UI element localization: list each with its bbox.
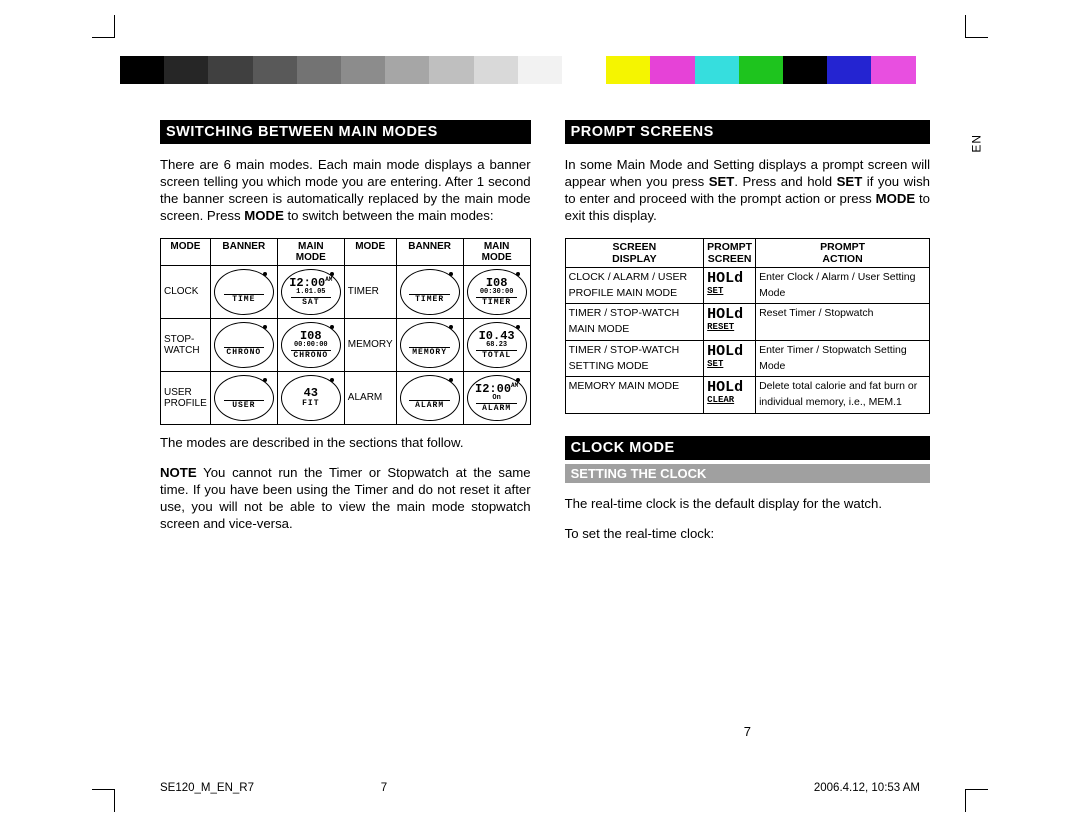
right-column: PROMPT SCREENS In some Main Mode and Set… [565, 120, 930, 739]
language-tab: EN [970, 134, 984, 153]
cell-main-mode: 43 FIT [277, 371, 344, 424]
cell-main-mode: I0.43 68.23 TOTAL [463, 318, 530, 371]
table-row: MEMORY MAIN MODE HOLdCLEAR Delete total … [565, 377, 929, 414]
cell-prompt-action: Enter Timer / Stopwatch Setting Mode [756, 340, 930, 377]
cell-prompt-screen: HOLdRESET [704, 304, 756, 341]
modes-table: MODEBANNERMAINMODEMODEBANNERMAINMODE CLO… [160, 238, 531, 425]
after-table-text: The modes are described in the sections … [160, 435, 531, 452]
table-header: MAINMODE [463, 238, 530, 265]
table-header: MAINMODE [277, 238, 344, 265]
cell-screen-display: TIMER / STOP-WATCH MAIN MODE [565, 304, 704, 341]
cell-banner: MEMORY [396, 318, 463, 371]
footer-doc-id: SE120_M_EN_R7 [160, 782, 254, 794]
cell-prompt-screen: HOLdSET [704, 267, 756, 304]
cell-screen-display: CLOCK / ALARM / USER PROFILE MAIN MODE [565, 267, 704, 304]
intro-text-2: to switch between the main modes: [284, 208, 494, 223]
heading-clock-mode: CLOCK MODE [565, 436, 930, 460]
cell-mode: CLOCK [161, 265, 211, 318]
crop-mark [965, 789, 988, 812]
prompt-intro: In some Main Mode and Setting displays a… [565, 157, 930, 225]
table-row: TIMER / STOP-WATCH SETTING MODE HOLdSET … [565, 340, 929, 377]
footer-date: 2006.4.12, 10:53 AM [814, 782, 920, 794]
text: . Press and hold [734, 174, 836, 189]
cell-mode: STOP-WATCH [161, 318, 211, 371]
table-header: SCREENDISPLAY [565, 238, 704, 267]
table-header: MODE [344, 238, 396, 265]
heading-switching-modes: SWITCHING BETWEEN MAIN MODES [160, 120, 531, 144]
note-text: You cannot run the Timer or Stopwatch at… [160, 465, 531, 531]
cell-prompt-action: Enter Clock / Alarm / User Setting Mode [756, 267, 930, 304]
table-row: STOP-WATCH CHRONO I08 00:00:00 CHRONO ME… [161, 318, 531, 371]
cell-banner: CHRONO [210, 318, 277, 371]
footer: SE120_M_EN_R7 7 2006.4.12, 10:53 AM [160, 782, 920, 794]
note-label: NOTE [160, 465, 197, 480]
page-content: SWITCHING BETWEEN MAIN MODES There are 6… [160, 120, 930, 739]
cell-prompt-screen: HOLdSET [704, 340, 756, 377]
cell-banner: ALARM [396, 371, 463, 424]
crop-mark [92, 15, 115, 38]
clock-paragraph-2: To set the real-time clock: [565, 526, 930, 543]
table-row: USER PROFILE USER 43 FIT ALARM ALARM I2:… [161, 371, 531, 424]
intro-paragraph: There are 6 main modes. Each main mode d… [160, 157, 531, 225]
left-column: SWITCHING BETWEEN MAIN MODES There are 6… [160, 120, 531, 739]
crop-mark [965, 15, 988, 38]
prompt-table: SCREENDISPLAYPROMPTSCREENPROMPTACTION CL… [565, 238, 930, 414]
footer-page: 7 [381, 782, 387, 794]
cell-prompt-screen: HOLdCLEAR [704, 377, 756, 414]
cell-mode: USER PROFILE [161, 371, 211, 424]
cell-mode: MEMORY [344, 318, 396, 371]
table-header: PROMPTSCREEN [704, 238, 756, 267]
heading-prompt-screens: PROMPT SCREENS [565, 120, 930, 144]
cell-prompt-action: Reset Timer / Stopwatch [756, 304, 930, 341]
cell-main-mode: I2:00AM 1.01.05 SAT [277, 265, 344, 318]
subheading-setting-clock: SETTING THE CLOCK [565, 464, 930, 483]
set-keyword: SET [837, 174, 863, 189]
cell-banner: USER [210, 371, 277, 424]
cell-mode: TIMER [344, 265, 396, 318]
table-row: CLOCK TIME I2:00AM 1.01.05 SAT TIMER TIM… [161, 265, 531, 318]
clock-paragraph-1: The real-time clock is the default displ… [565, 496, 930, 513]
cell-banner: TIME [210, 265, 277, 318]
table-header: MODE [161, 238, 211, 265]
crop-mark [92, 789, 115, 812]
note-paragraph: NOTE You cannot run the Timer or Stopwat… [160, 465, 531, 533]
cell-prompt-action: Delete total calorie and fat burn or ind… [756, 377, 930, 414]
cell-screen-display: MEMORY MAIN MODE [565, 377, 704, 414]
set-keyword: SET [709, 174, 735, 189]
cell-main-mode: I08 00:30:00 TIMER [463, 265, 530, 318]
cell-main-mode: I2:00AM On ALARM [463, 371, 530, 424]
cell-main-mode: I08 00:00:00 CHRONO [277, 318, 344, 371]
mode-keyword: MODE [876, 191, 916, 206]
color-calibration-bar [120, 56, 960, 84]
cell-mode: ALARM [344, 371, 396, 424]
table-header: BANNER [396, 238, 463, 265]
page-number: 7 [565, 724, 930, 739]
table-header: PROMPTACTION [756, 238, 930, 267]
cell-banner: TIMER [396, 265, 463, 318]
mode-keyword: MODE [244, 208, 284, 223]
cell-screen-display: TIMER / STOP-WATCH SETTING MODE [565, 340, 704, 377]
table-row: TIMER / STOP-WATCH MAIN MODE HOLdRESET R… [565, 304, 929, 341]
table-row: CLOCK / ALARM / USER PROFILE MAIN MODE H… [565, 267, 929, 304]
table-header: BANNER [210, 238, 277, 265]
